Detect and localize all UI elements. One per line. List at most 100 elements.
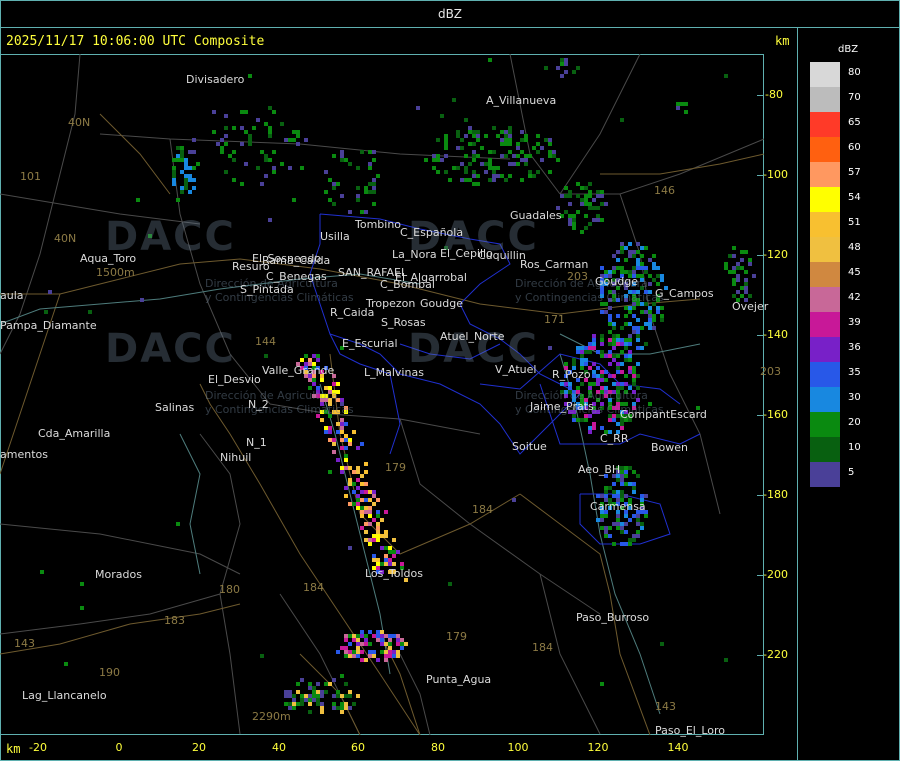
radar-echo-cell <box>384 546 388 550</box>
radar-echo-cell <box>224 134 228 138</box>
radar-echo-cell <box>516 162 520 166</box>
radar-echo-cell <box>580 354 584 358</box>
radar-map[interactable]: DACC DACC DACC DACC Dirección de Agricul… <box>0 54 764 735</box>
route-number: 143 <box>655 700 676 713</box>
radar-echo-cell <box>396 638 400 642</box>
place-label: C_Benegas <box>266 270 327 283</box>
radar-echo-cell <box>316 702 320 706</box>
radar-echo-cell <box>336 690 340 694</box>
radar-echo-cell <box>488 150 492 154</box>
radar-echo-cell <box>364 638 368 642</box>
radar-echo-cell <box>364 470 368 474</box>
x-tick-label: -20 <box>29 741 47 754</box>
radar-echo-cell <box>368 630 372 634</box>
radar-echo-cell <box>320 418 324 422</box>
radar-echo-cell <box>624 246 628 250</box>
radar-echo-cell <box>444 142 448 146</box>
radar-echo-cell <box>312 686 316 690</box>
radar-echo-cell <box>336 650 340 654</box>
radar-echo-cell <box>508 138 512 142</box>
radar-echo-cell <box>612 418 616 422</box>
radar-echo-cell <box>352 482 356 486</box>
radar-echo-cell <box>656 306 660 310</box>
radar-echo-cell <box>656 266 660 270</box>
place-label: C_RR <box>600 432 629 445</box>
radar-echo-cell <box>596 206 600 210</box>
legend-label: 51 <box>848 217 861 228</box>
radar-echo-cell <box>524 162 528 166</box>
radar-echo-cell <box>456 146 460 150</box>
radar-echo-cell <box>196 162 200 166</box>
radar-echo-cell <box>340 446 344 450</box>
radar-echo-cell <box>604 534 608 538</box>
radar-echo-cell <box>188 166 192 170</box>
radar-echo-cell <box>320 706 324 710</box>
unit-label-bottom: km <box>6 742 21 756</box>
title-bar: dBZ <box>0 0 900 28</box>
radar-echo-cell <box>372 178 376 182</box>
radar-echo-cell <box>292 706 296 710</box>
radar-echo-cell <box>336 422 340 426</box>
radar-echo-cell <box>332 694 336 698</box>
legend-label: 10 <box>848 442 861 453</box>
radar-echo-cell <box>388 642 392 646</box>
radar-echo-cell <box>296 690 300 694</box>
radar-echo-cell <box>596 494 600 498</box>
route-number: 203 <box>567 270 588 283</box>
place-label: Jaime_Prats <box>530 400 594 413</box>
radar-echo-cell <box>308 378 312 382</box>
radar-echo-cell <box>472 130 476 134</box>
radar-echo-cell <box>536 142 540 146</box>
radar-echo-cell <box>372 634 376 638</box>
place-label: Usilla <box>320 230 350 243</box>
route-number: 146 <box>654 184 675 197</box>
radar-echo-cell <box>604 370 608 374</box>
radar-echo-cell <box>600 518 604 522</box>
radar-echo-cell <box>380 562 384 566</box>
radar-echo-cell <box>392 554 396 558</box>
radar-echo-cell <box>648 318 652 322</box>
radar-echo-cell <box>608 322 612 326</box>
radar-echo-cell <box>648 326 652 330</box>
radar-echo-cell <box>740 266 744 270</box>
radar-echo-cell <box>560 74 564 78</box>
watermark-brand-3: DACC <box>105 326 236 372</box>
radar-echo-cell <box>592 206 596 210</box>
radar-echo-cell <box>632 306 636 310</box>
route-number: 203 <box>760 365 781 378</box>
place-label: V_Atuel <box>495 363 537 376</box>
radar-echo-cell <box>384 558 388 562</box>
radar-echo-cell <box>348 706 352 710</box>
radar-echo-cell <box>444 138 448 142</box>
radar-echo-cell <box>632 374 636 378</box>
radar-echo-cell <box>616 518 620 522</box>
radar-echo-cell <box>456 166 460 170</box>
radar-echo-cell <box>192 186 196 190</box>
radar-echo-cell <box>484 170 488 174</box>
radar-echo-cell <box>676 102 680 106</box>
legend-swatch <box>810 62 840 87</box>
radar-echo-cell <box>368 162 372 166</box>
radar-echo-cell <box>360 634 364 638</box>
radar-echo-cell <box>608 486 612 490</box>
radar-echo-cell <box>444 134 448 138</box>
radar-echo-cell <box>632 490 636 494</box>
radar-echo-cell <box>576 210 580 214</box>
y-tick-label: -120 <box>763 248 788 261</box>
radar-echo-cell <box>464 134 468 138</box>
radar-echo-cell <box>284 138 288 142</box>
radar-echo-cell <box>624 374 628 378</box>
radar-echo-cell <box>640 494 644 498</box>
radar-echo-cell <box>300 678 304 682</box>
radar-echo-cell <box>368 490 372 494</box>
radar-echo-cell <box>740 258 744 262</box>
radar-echo-cell <box>548 150 552 154</box>
place-label: Punta_Agua <box>426 673 492 686</box>
route-number: 180 <box>219 583 240 596</box>
radar-echo-cell <box>608 270 612 274</box>
radar-echo-cell <box>328 426 332 430</box>
radar-echo-cell <box>612 490 616 494</box>
radar-echo-cell <box>604 202 608 206</box>
x-tick-label: 60 <box>351 741 365 754</box>
radar-echo-cell <box>180 146 184 150</box>
